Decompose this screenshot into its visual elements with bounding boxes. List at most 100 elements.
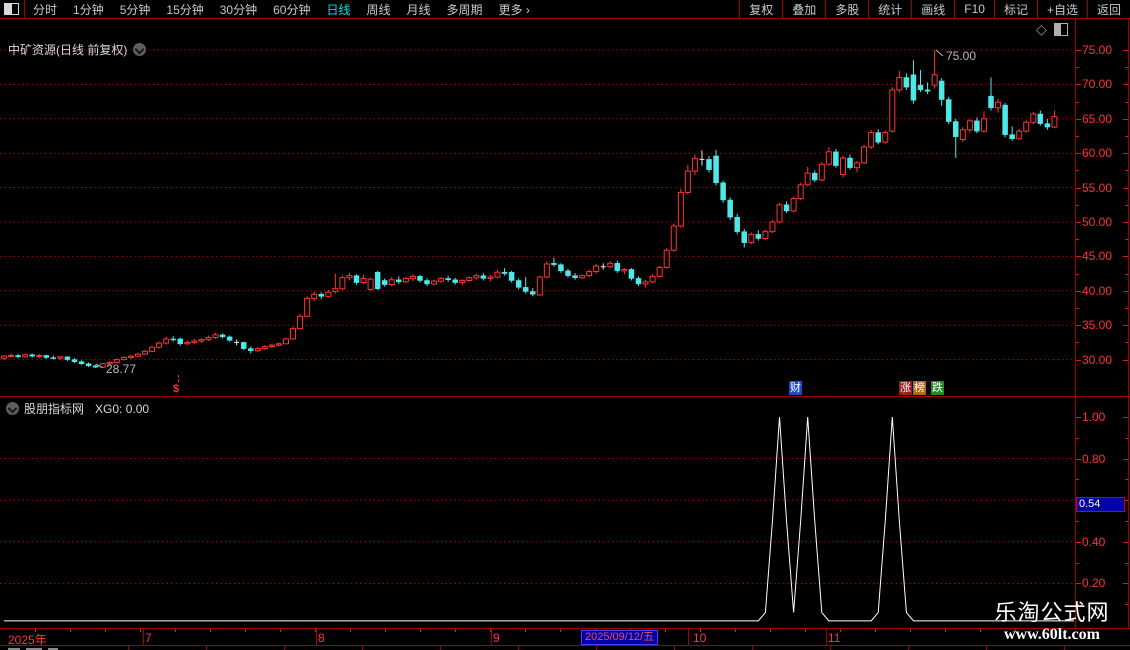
toolbar-button-6[interactable]: 标记 bbox=[993, 0, 1037, 18]
indicator-value: XG0: 0.00 bbox=[95, 401, 150, 416]
toolbar-button-1[interactable]: 叠加 bbox=[782, 0, 825, 18]
price-label: 35.00 bbox=[1082, 318, 1113, 333]
period-tab-8[interactable]: 月线 bbox=[399, 1, 439, 18]
svg-text:28.77: 28.77 bbox=[106, 362, 136, 376]
link-badge-2[interactable]: 榜 bbox=[913, 381, 926, 395]
period-tab-6[interactable]: 日线 bbox=[318, 1, 358, 18]
axis-tick bbox=[1076, 479, 1079, 481]
split-view-icon[interactable] bbox=[1053, 22, 1068, 36]
toolbar-button-4[interactable]: 画线 bbox=[911, 0, 954, 18]
indicator-name: 股朋指标网 bbox=[24, 402, 85, 416]
toolbar-button-7[interactable]: +自选 bbox=[1036, 0, 1087, 18]
chevron-down-icon[interactable] bbox=[6, 402, 19, 415]
toolbar-button-0[interactable]: 复权 bbox=[739, 0, 782, 18]
candles[interactable] bbox=[1, 50, 1058, 369]
time-tick bbox=[910, 629, 911, 632]
time-tick bbox=[735, 629, 736, 632]
axis-tick bbox=[1076, 170, 1079, 172]
period-tab-0[interactable]: 分时 bbox=[25, 1, 65, 18]
period-tab-10[interactable]: 更多 › bbox=[491, 1, 538, 18]
link-badge-0[interactable]: 财 bbox=[789, 381, 802, 395]
link-badge-3[interactable]: 跌 bbox=[931, 381, 944, 395]
period-tab-2[interactable]: 5分钟 bbox=[112, 1, 159, 18]
price-label: 60.00 bbox=[1082, 146, 1113, 161]
axis-tick bbox=[1123, 153, 1128, 155]
period-tab-7[interactable]: 周线 bbox=[358, 1, 398, 18]
time-tick bbox=[385, 629, 386, 632]
chevron-down-icon[interactable] bbox=[133, 43, 147, 56]
axis-tick bbox=[1123, 417, 1128, 418]
bottom-strip bbox=[0, 646, 1130, 650]
time-axis[interactable]: 2025年 7 8 9 10 11 2025/09/12/五 bbox=[0, 628, 1130, 647]
axis-tick bbox=[1123, 290, 1128, 292]
indicator-panel[interactable]: 股朋指标网 XG0: 0.00 bbox=[0, 397, 1075, 627]
axis-border-right bbox=[1128, 19, 1129, 646]
time-tick bbox=[315, 629, 316, 632]
axis-tick bbox=[1076, 187, 1081, 189]
indicator-axis-label: 0.80 bbox=[1082, 451, 1106, 466]
indicator-gridlines bbox=[0, 458, 1075, 584]
period-tab-5[interactable]: 60分钟 bbox=[265, 1, 318, 18]
symbol-title-row: 中矿资源(日线 前复权) bbox=[8, 41, 147, 58]
panel-divider[interactable] bbox=[0, 396, 1130, 397]
indicator-header: 股朋指标网 XG0: 0.00 bbox=[6, 400, 149, 417]
toolbar: 分时 1分钟 5分钟 15分钟 30分钟 60分钟 日线 周线 月线 多周期 更多 › 复权 叠加 多股… bbox=[0, 0, 1130, 19]
time-tick bbox=[805, 629, 806, 632]
cutoff-tick bbox=[986, 646, 987, 650]
svg-text:75.00: 75.00 bbox=[946, 49, 976, 63]
axis-tick bbox=[1076, 290, 1081, 292]
time-tick bbox=[105, 629, 106, 632]
indicator-chart[interactable] bbox=[0, 397, 1075, 627]
axis-tick bbox=[1076, 583, 1081, 585]
indicator-axis-label: 1.00 bbox=[1082, 410, 1106, 424]
toolbar-button-5[interactable]: F10 bbox=[954, 0, 994, 18]
axis-tick bbox=[1125, 308, 1128, 309]
axis-tick bbox=[1123, 541, 1128, 543]
axis-tick bbox=[1076, 325, 1081, 327]
cutoff-tick bbox=[596, 646, 597, 650]
time-tick bbox=[770, 629, 771, 632]
month-separator bbox=[491, 629, 492, 645]
toolbar-button-8[interactable]: 返回 bbox=[1086, 0, 1130, 18]
axis-tick bbox=[1125, 204, 1128, 206]
axis-tick bbox=[1125, 521, 1128, 522]
axis-tick bbox=[1123, 359, 1128, 361]
axis-tick bbox=[1076, 359, 1081, 361]
chart-corner-icons: ◇ bbox=[1036, 22, 1068, 36]
month-separator bbox=[316, 629, 317, 645]
time-tick bbox=[455, 629, 456, 632]
link-badge-1[interactable]: 涨 bbox=[899, 381, 912, 395]
axis-tick bbox=[1076, 101, 1079, 103]
toolbar-button-3[interactable]: 统计 bbox=[868, 0, 911, 18]
cutoff-tick bbox=[674, 646, 675, 650]
diamond-icon[interactable]: ◇ bbox=[1036, 22, 1047, 36]
cutoff-tick bbox=[908, 646, 909, 650]
month-separator bbox=[688, 629, 689, 645]
kline-chart[interactable]: 75.00 28.77 bbox=[0, 19, 1075, 396]
time-tick bbox=[490, 629, 491, 632]
axis-tick bbox=[1123, 84, 1128, 86]
period-tab-9[interactable]: 多周期 bbox=[439, 1, 491, 18]
axis-tick bbox=[1123, 187, 1128, 189]
axis-tick bbox=[1076, 458, 1081, 460]
dividend-marker[interactable]: $ bbox=[173, 383, 179, 395]
axis-tick bbox=[1076, 222, 1081, 223]
period-tab-4[interactable]: 30分钟 bbox=[212, 1, 265, 18]
indicator-axis-label: 0.20 bbox=[1082, 576, 1106, 591]
period-tab-3[interactable]: 15分钟 bbox=[158, 1, 211, 18]
axis-tick bbox=[1076, 136, 1079, 137]
time-tick bbox=[525, 629, 526, 632]
price-label: 75.00 bbox=[1082, 43, 1113, 57]
toolbar-button-2[interactable]: 多股 bbox=[825, 0, 868, 18]
time-label-2: 8 bbox=[318, 631, 325, 645]
axis-tick bbox=[1076, 417, 1081, 418]
time-tick bbox=[980, 629, 981, 632]
indicator-line bbox=[4, 416, 1074, 622]
cutoff-tick bbox=[440, 646, 441, 650]
kline-panel[interactable]: 75.00 28.77 中矿资源(日线 前复权) bbox=[0, 19, 1075, 396]
price-label: 55.00 bbox=[1082, 180, 1113, 195]
split-view-icon[interactable] bbox=[4, 3, 19, 15]
axis-tick bbox=[1125, 67, 1128, 69]
period-tab-1[interactable]: 1分钟 bbox=[65, 1, 112, 18]
axis-tick bbox=[1076, 118, 1081, 120]
